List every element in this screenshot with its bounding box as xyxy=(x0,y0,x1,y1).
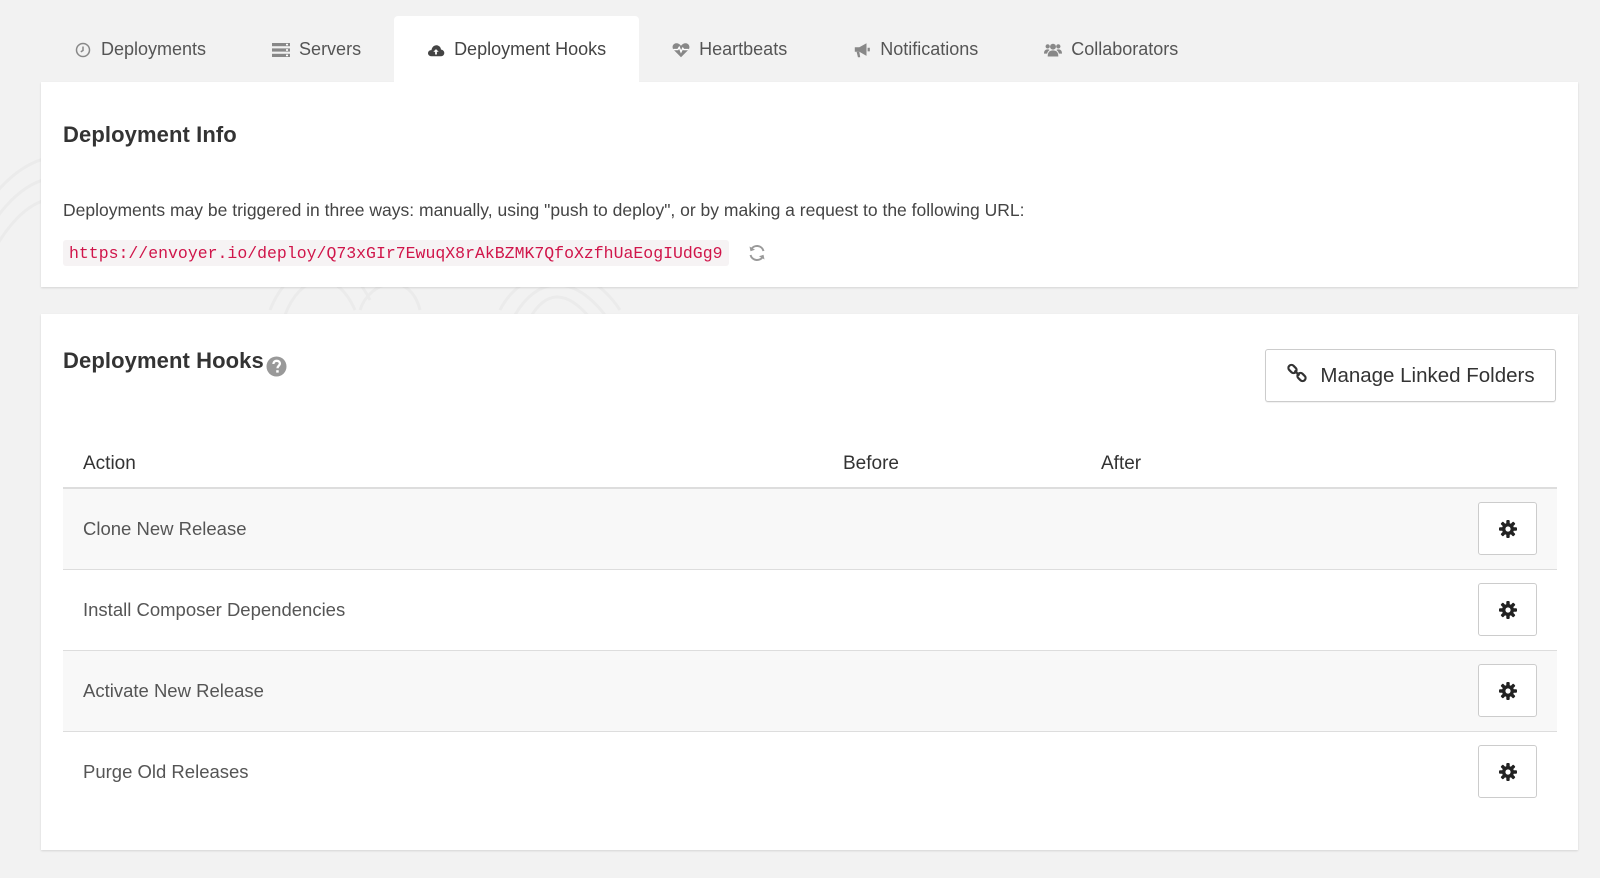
column-header-settings xyxy=(1421,440,1557,489)
before-cell xyxy=(823,488,1081,570)
tab-bar: Deployments Servers Deployment Hooks Hea… xyxy=(41,16,1211,83)
after-cell xyxy=(1081,650,1421,732)
after-cell xyxy=(1081,731,1421,812)
before-cell xyxy=(823,650,1081,732)
manage-linked-folders-label: Manage Linked Folders xyxy=(1320,363,1535,387)
table-row: Purge Old Releases xyxy=(63,731,1557,812)
users-icon xyxy=(1044,41,1063,59)
clock-icon xyxy=(74,41,92,59)
gear-icon xyxy=(1498,762,1517,781)
column-header-after: After xyxy=(1081,440,1421,489)
help-icon[interactable] xyxy=(266,356,287,377)
column-header-action: Action xyxy=(63,440,823,489)
after-cell xyxy=(1081,569,1421,651)
tab-label: Deployments xyxy=(101,39,207,59)
deploy-url[interactable]: https://envoyer.io/deploy/Q73xGIr7EwuqX8… xyxy=(63,240,729,266)
tab-label: Collaborators xyxy=(1071,39,1179,59)
deployment-hooks-title: Deployment Hooks xyxy=(63,348,264,373)
gear-icon xyxy=(1498,519,1517,538)
tab-label: Heartbeats xyxy=(699,39,788,59)
tab-label: Notifications xyxy=(880,39,979,59)
hook-settings-button[interactable] xyxy=(1478,583,1537,636)
cloud-upload-icon xyxy=(427,41,445,59)
action-cell: Activate New Release xyxy=(63,650,823,732)
action-cell: Clone New Release xyxy=(63,488,823,570)
action-cell: Install Composer Dependencies xyxy=(63,569,823,651)
tab-label: Deployment Hooks xyxy=(454,39,607,59)
deployment-info-panel: Deployment Info Deployments may be trigg… xyxy=(41,82,1578,287)
table-row: Clone New Release xyxy=(63,488,1557,570)
bullhorn-icon xyxy=(853,41,871,59)
tab-label: Servers xyxy=(299,39,362,59)
deploy-url-row: https://envoyer.io/deploy/Q73xGIr7EwuqX8… xyxy=(63,240,767,266)
refresh-icon[interactable] xyxy=(747,243,767,263)
table-row: Install Composer Dependencies xyxy=(63,569,1557,651)
before-cell xyxy=(823,569,1081,651)
tab-heartbeats[interactable]: Heartbeats xyxy=(639,16,820,83)
deployment-info-title: Deployment Info xyxy=(63,122,237,147)
hook-settings-button[interactable] xyxy=(1478,745,1537,799)
tab-deployments[interactable]: Deployments xyxy=(41,16,239,83)
tab-deployment-hooks[interactable]: Deployment Hooks xyxy=(394,16,640,83)
action-cell: Purge Old Releases xyxy=(83,760,249,782)
gear-icon xyxy=(1498,681,1517,700)
tab-servers[interactable]: Servers xyxy=(239,16,394,83)
hook-settings-button[interactable] xyxy=(1478,502,1537,556)
deployment-hooks-table: Action Before After Clone New Release In… xyxy=(63,440,1557,812)
after-cell xyxy=(1081,488,1421,570)
link-icon xyxy=(1286,362,1308,390)
table-header-row: Action Before After xyxy=(63,440,1557,489)
heartbeat-icon xyxy=(672,41,690,59)
table-row: Activate New Release xyxy=(63,650,1557,732)
server-icon xyxy=(272,41,291,59)
hook-settings-button[interactable] xyxy=(1478,664,1537,717)
deployment-hooks-panel: Deployment Hooks Manage Linked Folders A… xyxy=(41,314,1578,850)
deployment-info-description: Deployments may be triggered in three wa… xyxy=(63,200,1025,220)
tab-collaborators[interactable]: Collaborators xyxy=(1011,16,1211,83)
column-header-before: Before xyxy=(823,440,1081,489)
tab-notifications[interactable]: Notifications xyxy=(820,16,1011,83)
gear-icon xyxy=(1498,600,1517,619)
before-cell xyxy=(823,731,1081,812)
manage-linked-folders-button[interactable]: Manage Linked Folders xyxy=(1265,349,1556,402)
